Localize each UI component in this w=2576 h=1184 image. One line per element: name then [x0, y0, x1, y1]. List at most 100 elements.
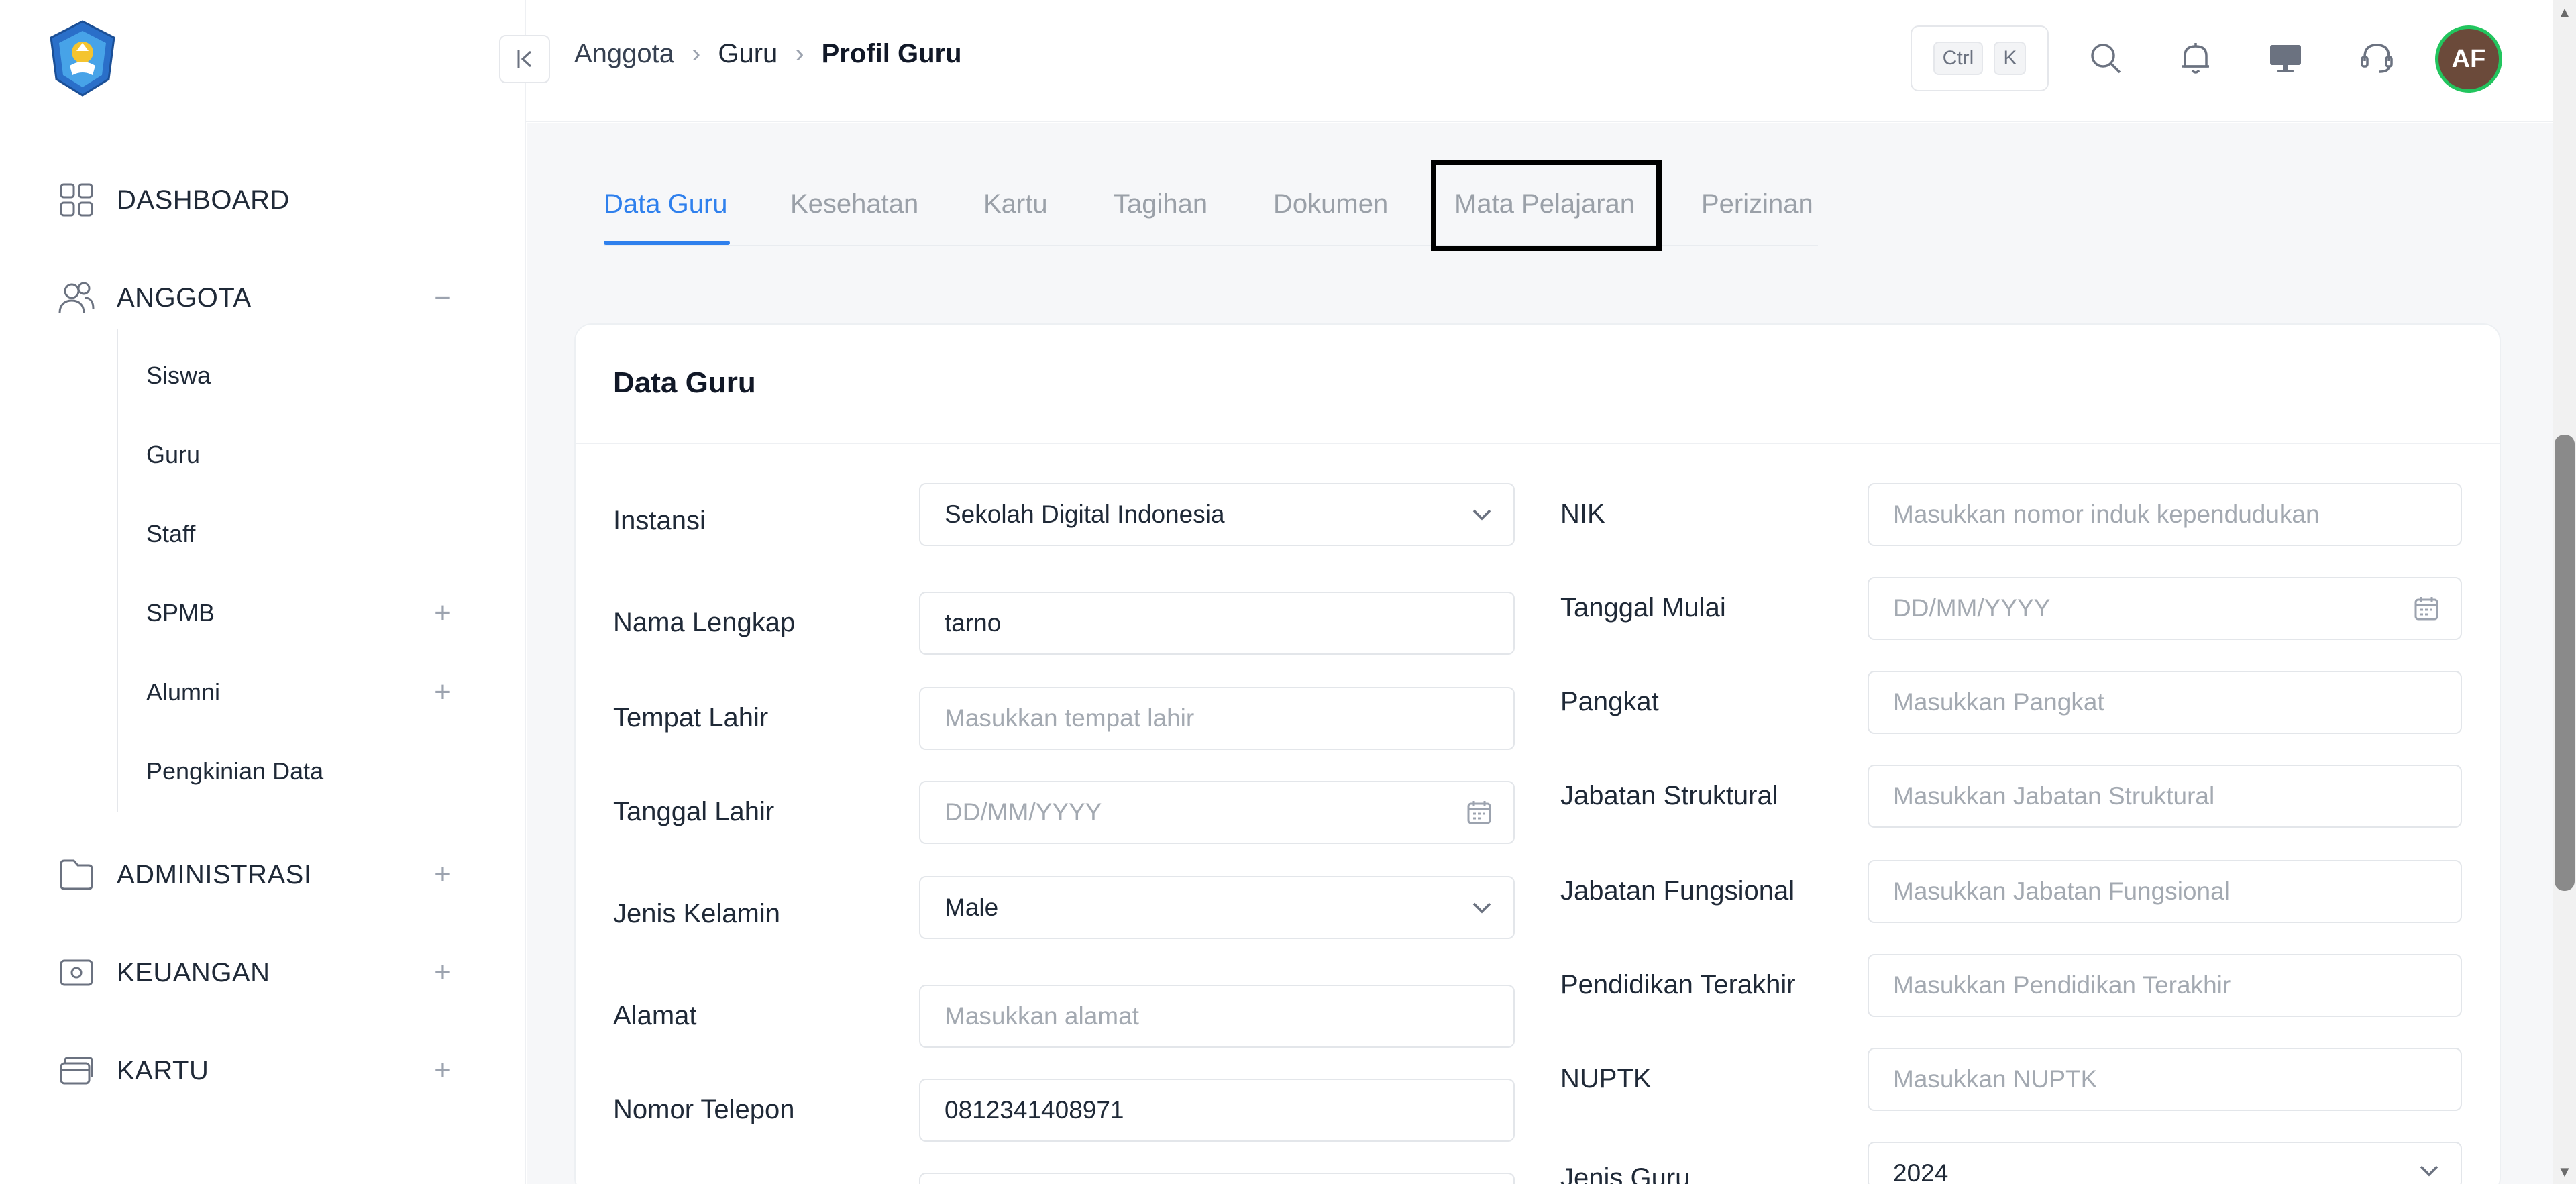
- sidebar-subitem-staff[interactable]: Staff: [146, 514, 195, 554]
- jenis-guru-select[interactable]: 2024: [1868, 1142, 2462, 1184]
- alamat-input[interactable]: Masukkan alamat: [919, 985, 1515, 1048]
- sidebar-item-kartu[interactable]: KARTU: [58, 1046, 209, 1095]
- sidebar-item-administrasi[interactable]: ADMINISTRASI: [58, 851, 311, 899]
- label-pendidikan-terakhir: Pendidikan Terakhir: [1560, 970, 1796, 1000]
- scroll-down-arrow-icon[interactable]: ▼: [2556, 1163, 2573, 1181]
- sidebar-item-label: KEUANGAN: [117, 957, 270, 987]
- nama-lengkap-value: tarno: [945, 609, 1002, 637]
- label-nama-lengkap: Nama Lengkap: [613, 608, 796, 637]
- jenis-kelamin-value: Male: [945, 894, 999, 921]
- expand-spmb-icon[interactable]: +: [427, 596, 459, 629]
- scrollbar-thumb[interactable]: [2555, 435, 2575, 891]
- tanggal-mulai-input[interactable]: DD/MM/YYYY: [1868, 577, 2462, 640]
- expand-keuangan-icon[interactable]: +: [427, 956, 459, 989]
- nik-input[interactable]: Masukkan nomor induk kependudukan: [1868, 483, 2462, 546]
- tab-kartu[interactable]: Kartu: [983, 157, 1048, 251]
- money-icon: [58, 954, 95, 991]
- headset-icon[interactable]: [2356, 38, 2398, 79]
- sidebar-subitem-spmb[interactable]: SPMB: [146, 593, 215, 633]
- avatar[interactable]: AF: [2435, 25, 2502, 93]
- submenu-divider: [117, 329, 118, 812]
- card-icon: [58, 1052, 95, 1089]
- label-nuptk: NUPTK: [1560, 1064, 1652, 1093]
- tempat-lahir-input[interactable]: Masukkan tempat lahir: [919, 687, 1515, 750]
- chevron-right-icon: ›: [795, 39, 804, 68]
- school-logo[interactable]: [42, 17, 123, 99]
- breadcrumb-profil-guru: Profil Guru: [821, 39, 962, 68]
- nuptk-placeholder: Masukkan NUPTK: [1893, 1065, 2098, 1093]
- sidebar-item-label: ANGGOTA: [117, 282, 252, 313]
- scroll-up-arrow-icon[interactable]: ▲: [2556, 4, 2573, 21]
- expand-kartu-icon[interactable]: +: [427, 1054, 459, 1087]
- sidebar-subitem-alumni[interactable]: Alumni: [146, 672, 220, 712]
- tab-tagihan[interactable]: Tagihan: [1114, 157, 1208, 251]
- label-pangkat: Pangkat: [1560, 687, 1659, 716]
- calendar-icon[interactable]: [1466, 782, 1492, 843]
- sidebar-item-anggota[interactable]: ANGGOTA: [58, 274, 252, 322]
- breadcrumb-anggota[interactable]: Anggota: [574, 39, 674, 69]
- jabatan-struktural-input[interactable]: Masukkan Jabatan Struktural: [1868, 765, 2462, 828]
- label-instansi: Instansi: [613, 506, 706, 535]
- jabatan-struktural-placeholder: Masukkan Jabatan Struktural: [1893, 782, 2215, 810]
- search-icon[interactable]: [2085, 38, 2127, 79]
- chevron-down-icon: [2419, 1143, 2439, 1184]
- jabatan-fungsional-input[interactable]: Masukkan Jabatan Fungsional: [1868, 860, 2462, 923]
- alamat-placeholder: Masukkan alamat: [945, 1002, 1139, 1030]
- nik-placeholder: Masukkan nomor induk kependudukan: [1893, 500, 2320, 528]
- sidebar-item-label: KARTU: [117, 1055, 209, 1085]
- tab-perizinan[interactable]: Perizinan: [1701, 157, 1813, 251]
- collapse-sidebar-button[interactable]: [499, 35, 550, 83]
- breadcrumb-guru[interactable]: Guru: [718, 39, 777, 69]
- label-tempat-lahir: Tempat Lahir: [613, 703, 769, 733]
- expand-administrasi-icon[interactable]: +: [427, 858, 459, 891]
- label-jenis-guru: Jenis Guru: [1560, 1163, 1690, 1184]
- label-nik: NIK: [1560, 499, 1605, 529]
- label-jabatan-struktural: Jabatan Struktural: [1560, 781, 1778, 810]
- breadcrumb: Anggota › Guru › Profil Guru: [574, 39, 962, 69]
- card-title: Data Guru: [613, 366, 756, 399]
- sidebar-item-keuangan[interactable]: KEUANGAN: [58, 949, 270, 997]
- tab-dokumen[interactable]: Dokumen: [1273, 157, 1388, 251]
- chevron-down-icon: [1472, 484, 1492, 545]
- nama-lengkap-input[interactable]: tarno: [919, 592, 1515, 655]
- sidebar-subitem-guru[interactable]: Guru: [146, 435, 200, 475]
- sidebar-item-label: ADMINISTRASI: [117, 859, 312, 890]
- tab-kesehatan[interactable]: Kesehatan: [790, 157, 918, 251]
- sidebar-subitem-siswa[interactable]: Siswa: [146, 356, 211, 396]
- tab-data-guru[interactable]: Data Guru: [604, 157, 728, 251]
- sidebar-subitem-pengkinian-data[interactable]: Pengkinian Data: [146, 751, 323, 792]
- tanggal-lahir-placeholder: DD/MM/YYYY: [945, 798, 1102, 826]
- pendidikan-terakhir-placeholder: Masukkan Pendidikan Terakhir: [1893, 971, 2231, 999]
- sidebar-item-label: DASHBOARD: [117, 184, 290, 215]
- label-tanggal-lahir: Tanggal Lahir: [613, 797, 775, 826]
- instansi-value: Sekolah Digital Indonesia: [945, 500, 1225, 528]
- chevron-down-icon: [1472, 877, 1492, 938]
- kbd-ctrl: Ctrl: [1933, 42, 1984, 75]
- monitor-icon[interactable]: [2265, 38, 2306, 79]
- tanggal-mulai-placeholder: DD/MM/YYYY: [1893, 594, 2051, 622]
- jabatan-fungsional-placeholder: Masukkan Jabatan Fungsional: [1893, 877, 2230, 905]
- pendidikan-terakhir-input[interactable]: Masukkan Pendidikan Terakhir: [1868, 954, 2462, 1017]
- instansi-select[interactable]: Sekolah Digital Indonesia: [919, 483, 1515, 546]
- grid-icon: [58, 181, 95, 219]
- collapse-anggota-icon[interactable]: −: [427, 281, 459, 314]
- tempat-lahir-placeholder: Masukkan tempat lahir: [945, 704, 1195, 732]
- jenis-kelamin-select[interactable]: Male: [919, 876, 1515, 939]
- command-palette-shortcut[interactable]: Ctrl K: [1911, 25, 2049, 91]
- pangkat-input[interactable]: Masukkan Pangkat: [1868, 671, 2462, 734]
- pangkat-placeholder: Masukkan Pangkat: [1893, 688, 2104, 716]
- expand-alumni-icon[interactable]: +: [427, 676, 459, 708]
- sidebar-item-dashboard[interactable]: DASHBOARD: [58, 176, 290, 224]
- calendar-icon[interactable]: [2414, 578, 2439, 639]
- tab-highlight-box: [1431, 160, 1662, 251]
- nomor-telepon-input[interactable]: 0812341408971: [919, 1079, 1515, 1142]
- tanggal-lahir-input[interactable]: DD/MM/YYYY: [919, 781, 1515, 844]
- label-jenis-kelamin: Jenis Kelamin: [613, 899, 781, 928]
- nuptk-input[interactable]: Masukkan NUPTK: [1868, 1048, 2462, 1111]
- jenis-guru-value: 2024: [1893, 1159, 1949, 1184]
- nomor-telepon-value: 0812341408971: [945, 1096, 1124, 1124]
- active-tab-indicator: [604, 241, 730, 245]
- next-field-input[interactable]: [919, 1173, 1515, 1184]
- chevron-right-icon: ›: [692, 39, 701, 68]
- bell-icon[interactable]: [2175, 38, 2216, 79]
